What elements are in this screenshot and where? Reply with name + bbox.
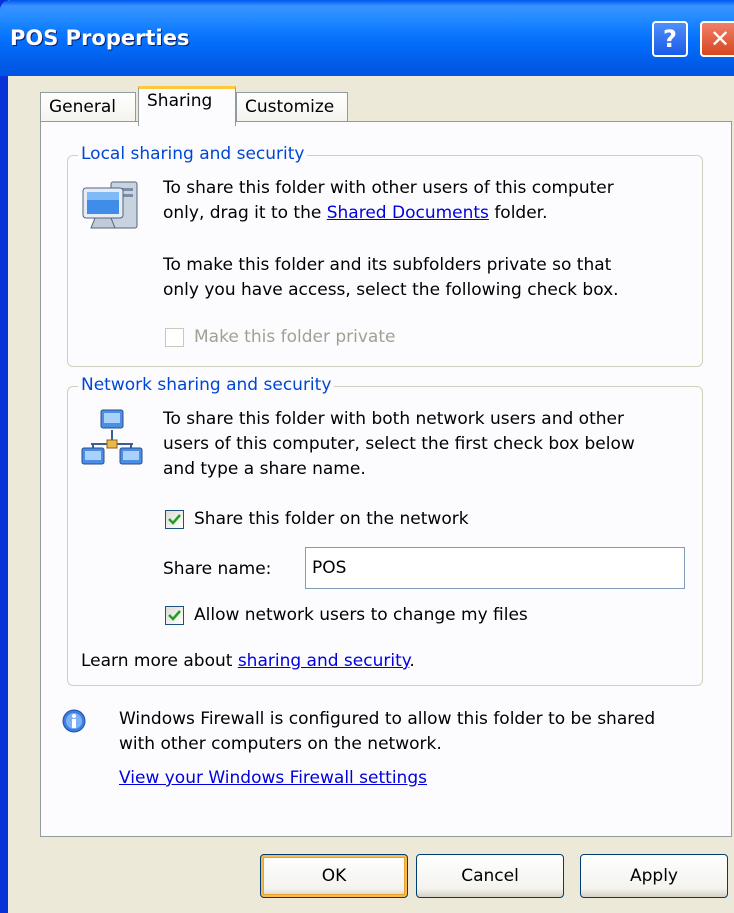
make-private-label: Make this folder private [194, 327, 396, 347]
firewall-settings-link[interactable]: View your Windows Firewall settings [119, 767, 427, 790]
tab-label: General [49, 97, 116, 117]
share-folder-checkbox[interactable] [165, 510, 184, 529]
local-text-line4: only you have access, select the followi… [163, 280, 619, 300]
help-icon: ? [663, 25, 677, 53]
cancel-button[interactable]: Cancel [416, 854, 564, 898]
local-text-prefix: only, drag it to the [163, 203, 327, 223]
learn-more-prefix: Learn more about [81, 651, 238, 671]
close-icon: ✕ [709, 25, 731, 53]
tab-general[interactable]: General [40, 92, 136, 124]
info-icon [61, 708, 87, 734]
share-name-label: Share name: [163, 559, 272, 579]
learn-more-suffix: . [409, 651, 415, 671]
share-folder-label: Share this folder on the network [194, 509, 469, 529]
network-sharing-title: Network sharing and security [78, 375, 335, 395]
local-sharing-title: Local sharing and security [78, 144, 308, 164]
computer-icon [81, 178, 143, 236]
firewall-text-line1: Windows Firewall is configured to allow … [119, 709, 656, 729]
title-bar[interactable]: POS Properties ? ✕ [0, 0, 734, 76]
network-text-line3: and type a share name. [163, 459, 366, 479]
close-button[interactable]: ✕ [700, 21, 734, 57]
network-icon [81, 408, 143, 468]
allow-change-checkbox[interactable] [165, 606, 184, 625]
properties-dialog: POS Properties ? ✕ General Sharing Custo… [0, 0, 734, 913]
checkmark-icon [168, 610, 181, 621]
share-name-input[interactable] [305, 547, 685, 589]
local-text-line3: To make this folder and its subfolders p… [163, 255, 612, 275]
tab-customize[interactable]: Customize [236, 92, 348, 124]
allow-change-label: Allow network users to change my files [194, 605, 528, 625]
network-text-line1: To share this folder with both network u… [163, 409, 624, 429]
tab-label: Sharing [147, 91, 213, 111]
sharing-security-link[interactable]: sharing and security [238, 651, 410, 671]
sharing-panel: Local sharing and security To share this… [40, 121, 732, 837]
make-private-checkbox[interactable] [165, 328, 184, 347]
help-button[interactable]: ? [652, 21, 688, 57]
local-text-line1: To share this folder with other users of… [163, 178, 614, 198]
tab-sharing[interactable]: Sharing [138, 86, 236, 126]
network-text-line2: users of this computer, select the first… [163, 434, 635, 454]
network-sharing-group: Network sharing and security [67, 375, 703, 686]
firewall-text-line2: with other computers on the network. [119, 734, 442, 754]
local-text-line2: only, drag it to the Shared Documents fo… [163, 202, 548, 225]
local-text-suffix: folder. [488, 203, 548, 223]
learn-more-text: Learn more about sharing and security. [81, 650, 415, 673]
tab-label: Customize [245, 97, 335, 117]
apply-button[interactable]: Apply [580, 854, 728, 898]
window-title: POS Properties [10, 26, 190, 50]
checkmark-icon [168, 514, 181, 525]
shared-documents-link[interactable]: Shared Documents [327, 203, 489, 223]
ok-button[interactable]: OK [260, 854, 408, 898]
